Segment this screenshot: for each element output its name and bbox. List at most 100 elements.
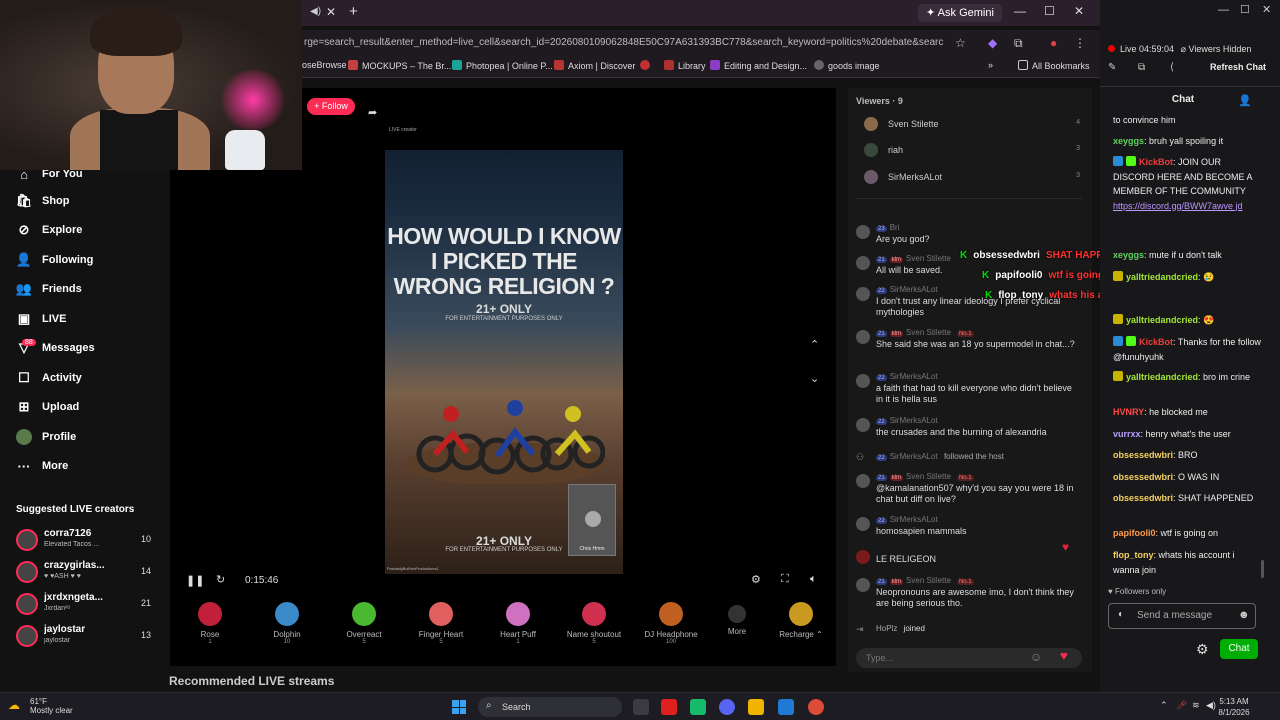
clock[interactable]: 5:13 AM 8/1/2026 — [1208, 696, 1260, 718]
nav-upload[interactable]: ⊞ Upload — [16, 399, 80, 415]
chrome-app-icon[interactable] — [808, 699, 824, 715]
suggested-creator[interactable]: jxrdxngeta... Jxrdanᵛᵃ 21 — [16, 592, 151, 618]
wifi-icon[interactable]: ≋ — [1192, 700, 1200, 711]
chat-username[interactable]: vurrxx — [1113, 429, 1141, 439]
youtube-app-icon[interactable] — [661, 699, 677, 715]
next-live-icon[interactable]: ⌄ — [810, 372, 819, 385]
ask-gemini-button[interactable]: ✦ Ask Gemini — [918, 4, 1002, 22]
live-video[interactable]: LIVE creator HOW WOULD I KNOW I PICKED T… — [385, 124, 623, 574]
chat-username[interactable]: SirMerksALot — [890, 515, 938, 524]
copy-icon[interactable]: ⧉ — [1138, 62, 1145, 73]
nav-shop[interactable]: 🛍 Shop — [16, 193, 70, 209]
chat-username[interactable]: SirMerksALot — [890, 452, 938, 461]
chat-username[interactable]: SirMerksALot — [890, 372, 938, 381]
nav-more[interactable]: ··· More — [16, 458, 69, 474]
minimize-button[interactable]: — — [1014, 4, 1026, 18]
dock-close-button[interactable]: ✕ — [1262, 3, 1271, 16]
refresh-chat-button[interactable]: Refresh Chat — [1210, 62, 1266, 72]
gift-heart-icon[interactable]: ♥ — [1060, 648, 1068, 663]
taskbar-search[interactable]: Search — [478, 697, 622, 717]
chat-username[interactable]: flop_tony — [1113, 550, 1154, 560]
bookmark-item[interactable]: goods image — [814, 60, 880, 71]
chat-send-button[interactable]: Chat — [1220, 639, 1258, 659]
gift-item[interactable]: Finger Heart 5 — [406, 602, 476, 645]
viewer-row[interactable]: SirMerksALot 3 — [864, 170, 1084, 186]
chat-username[interactable]: SirMerksALot — [890, 416, 938, 425]
chat-username[interactable]: obsessedwbri — [1113, 493, 1173, 503]
send-message-input[interactable]: Send a message — [1108, 603, 1256, 629]
emoji-icon[interactable]: ☻ — [1238, 609, 1250, 621]
bookmark-star-icon[interactable]: ☆ — [955, 36, 966, 50]
weather-widget[interactable]: 61°F Mostly clear — [30, 697, 73, 715]
gift-item[interactable]: DJ Headphone 100 — [636, 602, 706, 645]
chat-username[interactable]: HoPlz — [876, 624, 897, 633]
chat-username[interactable]: Sven Stilette — [906, 254, 951, 263]
profile-avatar-icon[interactable]: ● — [1050, 36, 1057, 50]
store-app-icon[interactable] — [778, 699, 794, 715]
tab-audio-icon[interactable]: ◀) — [310, 6, 321, 17]
dock-maximize-button[interactable]: ☐ — [1240, 3, 1250, 16]
chat-username[interactable]: Sven Stilette — [906, 576, 951, 585]
gift-item[interactable]: Dolphin 10 — [252, 602, 322, 645]
users-icon[interactable]: 👤 — [1238, 94, 1252, 107]
chat-username[interactable]: Sven Stilette — [906, 328, 951, 337]
settings-icon[interactable]: ⚙ — [751, 573, 761, 586]
nav-activity[interactable]: ☐ Activity — [16, 370, 82, 386]
chat-username[interactable]: obsessedwbri — [1113, 472, 1173, 482]
bookmark-item[interactable]: Photopea | Online P... — [452, 60, 553, 71]
chat-username[interactable]: Bri — [890, 223, 900, 232]
viewer-row[interactable]: riah 3 — [864, 143, 1084, 159]
task-view-icon[interactable] — [633, 699, 649, 715]
tab-close-icon[interactable]: ✕ — [326, 5, 336, 19]
start-button[interactable] — [452, 700, 466, 714]
nav-explore[interactable]: ⊘ Explore — [16, 222, 83, 238]
gift-item[interactable]: Heart Puff 1 — [483, 602, 553, 645]
gift-item[interactable]: Rose 1 — [175, 602, 245, 645]
chat-username[interactable]: SirMerksALot — [890, 285, 938, 294]
nav-profile[interactable]: Profile — [16, 429, 76, 445]
suggested-creator[interactable]: crazygirlas... ♥ ♥ASH ♥ ♥ 14 — [16, 560, 151, 586]
all-bookmarks-button[interactable]: All Bookmarks — [1018, 60, 1090, 71]
gift-item[interactable]: Name shoutout 5 — [559, 602, 629, 645]
dock-minimize-button[interactable]: — — [1218, 4, 1229, 16]
discord-app-icon[interactable] — [719, 699, 735, 715]
bookmarks-overflow-icon[interactable]: » — [988, 60, 993, 70]
chat-username[interactable]: xeyggs — [1113, 136, 1144, 146]
share-icon[interactable]: ➦ — [368, 106, 377, 119]
recharge-button[interactable]: Recharge ⌃ — [766, 602, 836, 639]
close-window-button[interactable]: ✕ — [1074, 4, 1084, 18]
share-icon[interactable]: ⟨ — [1170, 62, 1174, 73]
fullscreen-icon[interactable]: ⛶ — [781, 573, 789, 586]
maximize-button[interactable]: ☐ — [1044, 4, 1055, 18]
bookmark-item[interactable]: oseBrowse — [302, 60, 347, 70]
menu-dots-icon[interactable]: ⋮ — [1074, 36, 1086, 50]
suggested-creator[interactable]: jaylostar jaylostar 13 — [16, 624, 151, 650]
edit-icon[interactable]: ✎ — [1108, 62, 1116, 73]
chat-username[interactable]: yalltriedandcried — [1126, 315, 1198, 325]
follow-button[interactable]: + Follow — [307, 98, 355, 115]
bookmark-item[interactable]: MOCKUPS – The Br... — [348, 60, 451, 71]
refresh-icon[interactable]: ↻ — [216, 573, 225, 586]
nav-live[interactable]: ▣ LIVE — [16, 311, 67, 327]
bookmark-item[interactable]: Library — [664, 60, 706, 71]
chat-username[interactable]: KickBot — [1139, 337, 1173, 347]
suggested-creator[interactable]: corra7126 Elevated Tacos ... 10 — [16, 528, 151, 554]
obs-app-icon[interactable] — [690, 699, 706, 715]
previous-live-icon[interactable]: ⌃ — [810, 338, 819, 351]
bookmark-item[interactable]: Editing and Design... — [710, 60, 807, 71]
chat-scrollbar[interactable] — [1261, 560, 1264, 578]
chat-username[interactable]: Sven Stilette — [906, 472, 951, 481]
sticker-icon[interactable]: ◐ — [1118, 609, 1124, 620]
new-tab-button[interactable]: + — [349, 3, 358, 20]
nav-friends[interactable]: 👥 Friends — [16, 281, 82, 297]
bookmark-item[interactable]: Axiom | Discover — [554, 60, 635, 71]
tray-chevron-icon[interactable]: ⌃ — [1160, 700, 1168, 711]
gift-item[interactable]: Overreact 5 — [329, 602, 399, 645]
chat-username[interactable]: yalltriedandcried — [1126, 372, 1198, 382]
pause-icon[interactable]: ❚❚ — [186, 574, 204, 587]
chat-username[interactable]: papifooli0 — [1113, 528, 1156, 538]
puzzle-icon[interactable]: ⧉ — [1014, 36, 1023, 51]
discord-link[interactable]: https://discord.gg/BWW7awve jd — [1113, 201, 1243, 211]
url-field[interactable]: rge=search_result&enter_method=live_cell… — [304, 34, 944, 52]
gift-more-button[interactable]: More — [702, 602, 772, 636]
